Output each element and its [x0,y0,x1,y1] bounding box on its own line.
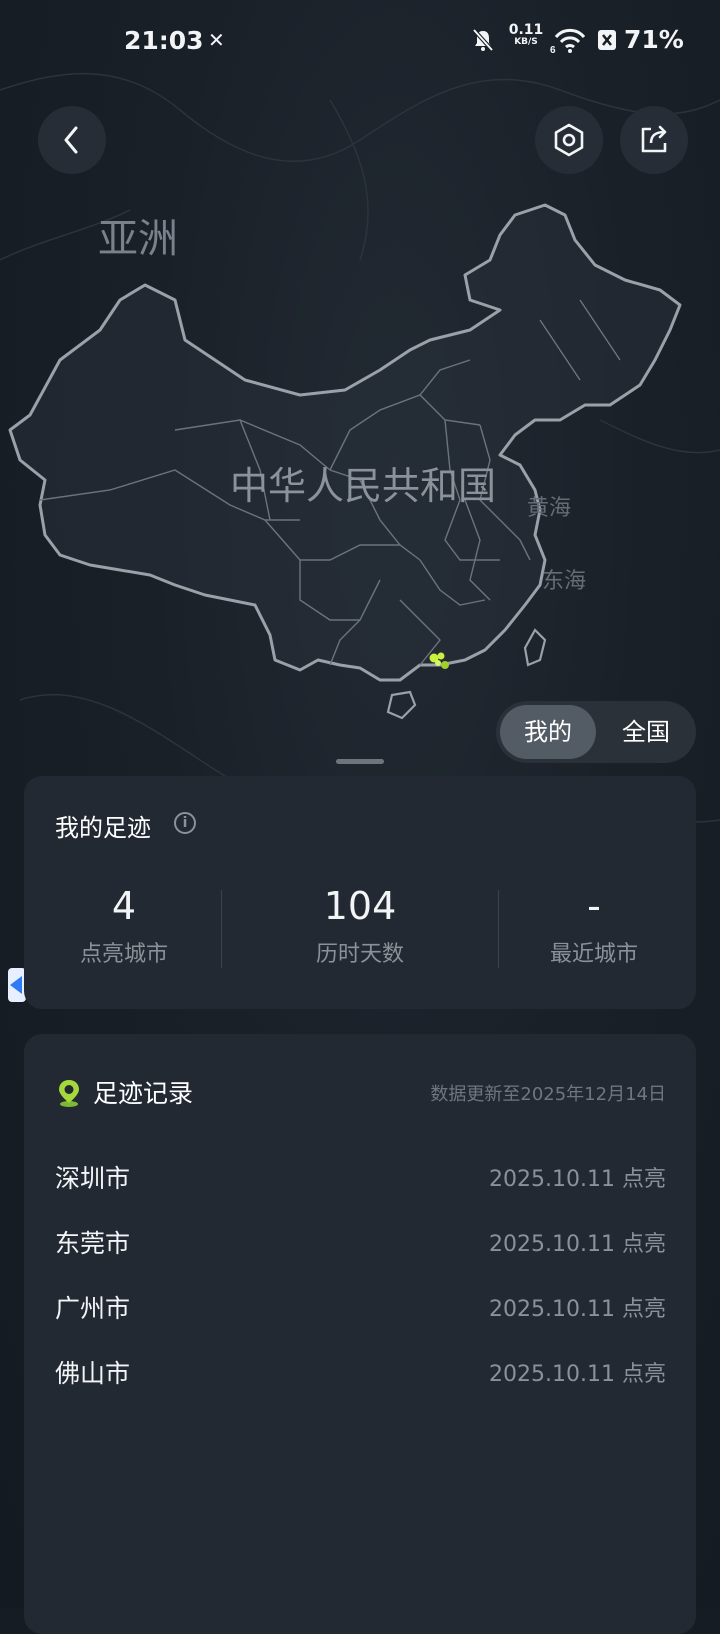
settings-button[interactable] [535,106,603,174]
stat-days: 104 历时天数 [260,884,460,968]
records-updated-date: 数据更新至2025年12月14日 [430,1084,666,1105]
wifi-icon: 6 [550,28,586,54]
battery-percent: 71% [624,25,684,54]
scope-toggle[interactable]: 我的 全国 [496,701,696,763]
info-icon[interactable]: i [174,812,196,834]
stat-label: 最近城市 [549,942,638,967]
network-speed: 0.11 KB/S [506,22,546,48]
stat-lit-cities: 4 点亮城市 [24,884,224,968]
stat-value: 4 [111,884,137,928]
record-row[interactable]: 佛山市 2025.10.11 点亮 [55,1350,666,1390]
summary-card: 我的足迹 i 4 点亮城市 104 历时天数 - 最近城市 [24,776,696,1009]
back-button[interactable] [38,106,106,174]
record-city: 深圳市 [55,1164,131,1193]
record-date: 2025.10.11 点亮 [489,1232,666,1257]
record-row[interactable]: 深圳市 2025.10.11 点亮 [55,1155,666,1195]
silent-bell-icon [472,28,494,52]
records-title: 足迹记录 [93,1079,194,1108]
record-row[interactable]: 东莞市 2025.10.11 点亮 [55,1220,666,1260]
network-speed-value: 0.11 [508,22,544,38]
map-label-east-sea: 东海 [542,569,587,594]
map-label-yellow-sea: 黄海 [527,496,572,521]
status-bar: 21:03 ✕ 0.11 KB/S 6 71% [0,0,720,80]
stat-value: - [587,884,601,928]
record-row[interactable]: 广州市 2025.10.11 点亮 [55,1285,666,1325]
drag-handle[interactable] [336,759,384,764]
map-label-country: 中华人民共和国 [230,464,497,508]
stat-label: 历时天数 [315,942,404,967]
svg-text:6: 6 [550,45,556,54]
status-time: 21:03 [124,26,204,55]
stat-value: 104 [323,884,397,928]
location-pin-icon [59,1080,79,1107]
toggle-all[interactable]: 全国 [600,705,692,759]
record-city: 广州市 [55,1294,131,1323]
x-app-icon: ✕ [208,28,225,52]
share-icon [641,125,667,153]
records-card: 足迹记录 数据更新至2025年12月14日 深圳市 2025.10.11 点亮 … [24,1034,696,1634]
stat-label: 点亮城市 [79,942,168,967]
share-button[interactable] [620,106,688,174]
stat-divider [221,890,222,968]
country-border [8,203,682,682]
record-city: 东莞市 [55,1229,131,1258]
battery-status-icon [598,30,616,50]
chevron-left-icon [64,126,78,154]
record-date: 2025.10.11 点亮 [489,1362,666,1387]
record-city: 佛山市 [55,1359,131,1388]
record-date: 2025.10.11 点亮 [489,1297,666,1322]
record-date: 2025.10.11 点亮 [489,1167,666,1192]
settings-hexagon-icon [554,123,584,157]
stat-recent-city: - 最近城市 [494,884,694,968]
map-label-asia: 亚洲 [98,216,178,262]
toggle-mine[interactable]: 我的 [500,705,596,759]
summary-title: 我的足迹 [55,814,151,842]
